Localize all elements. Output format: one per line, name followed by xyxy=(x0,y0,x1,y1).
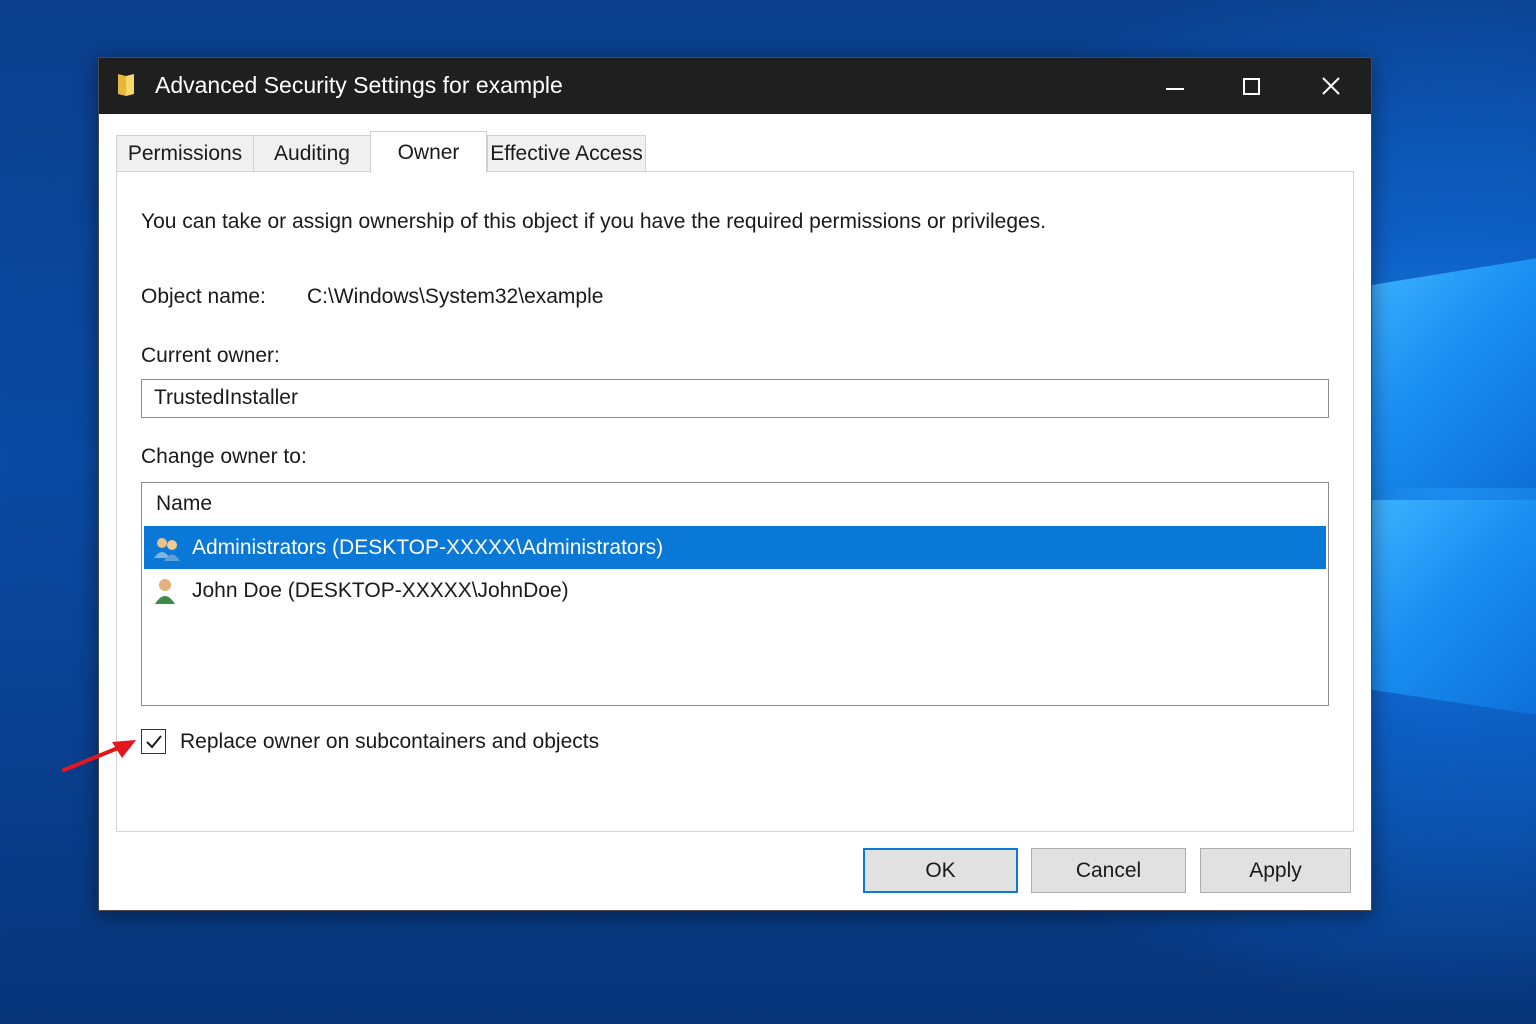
cancel-button[interactable]: Cancel xyxy=(1031,848,1186,893)
title-bar[interactable]: Advanced Security Settings for example xyxy=(99,58,1371,114)
tab-permissions[interactable]: Permissions xyxy=(116,135,254,172)
advanced-security-settings-dialog: Advanced Security Settings for example P… xyxy=(98,57,1372,911)
ok-button[interactable]: OK xyxy=(863,848,1018,893)
checkmark-icon xyxy=(145,734,162,748)
change-owner-list[interactable]: Name Administrators (DESKTOP-XXXXX\Admin… xyxy=(141,482,1329,706)
window-title: Advanced Security Settings for example xyxy=(155,72,563,98)
windows-logo-pane-bottom xyxy=(1368,500,1536,715)
user-icon xyxy=(155,578,175,604)
object-name-value: C:\Windows\System32\example xyxy=(307,285,604,308)
list-column-header-name[interactable]: Name xyxy=(156,492,212,516)
change-owner-label: Change owner to: xyxy=(141,445,307,468)
ownership-description: You can take or assign ownership of this… xyxy=(141,210,1047,233)
maximize-icon xyxy=(1242,77,1260,95)
list-item-administrators[interactable]: Administrators (DESKTOP-XXXXX\Administra… xyxy=(144,526,1326,569)
object-name-label: Object name: xyxy=(141,285,266,308)
annotation-arrow-icon xyxy=(62,740,136,772)
current-owner-field[interactable]: TrustedInstaller xyxy=(141,379,1329,418)
replace-owner-checkbox-row[interactable]: Replace owner on subcontainers and objec… xyxy=(141,729,599,754)
tab-owner[interactable]: Owner xyxy=(370,131,487,173)
close-button[interactable] xyxy=(1295,58,1367,114)
minimize-icon xyxy=(1166,88,1184,90)
list-item-label: Administrators (DESKTOP-XXXXX\Administra… xyxy=(192,535,664,559)
owner-panel: You can take or assign ownership of this… xyxy=(116,171,1354,832)
folder-icon xyxy=(118,74,134,96)
maximize-button[interactable] xyxy=(1215,58,1287,114)
replace-owner-checkbox[interactable] xyxy=(141,729,166,754)
group-users-icon xyxy=(154,537,180,561)
list-item-john-doe[interactable]: John Doe (DESKTOP-XXXXX\JohnDoe) xyxy=(144,569,1326,612)
current-owner-label: Current owner: xyxy=(141,344,280,367)
list-item-label: John Doe (DESKTOP-XXXXX\JohnDoe) xyxy=(192,578,569,602)
tab-effective-access[interactable]: Effective Access xyxy=(487,135,646,172)
close-icon xyxy=(1322,77,1340,95)
minimize-button[interactable] xyxy=(1139,58,1211,114)
apply-button[interactable]: Apply xyxy=(1200,848,1351,893)
replace-owner-label: Replace owner on subcontainers and objec… xyxy=(180,729,600,753)
windows-logo-pane-top xyxy=(1368,258,1536,488)
tab-auditing[interactable]: Auditing xyxy=(253,135,371,172)
